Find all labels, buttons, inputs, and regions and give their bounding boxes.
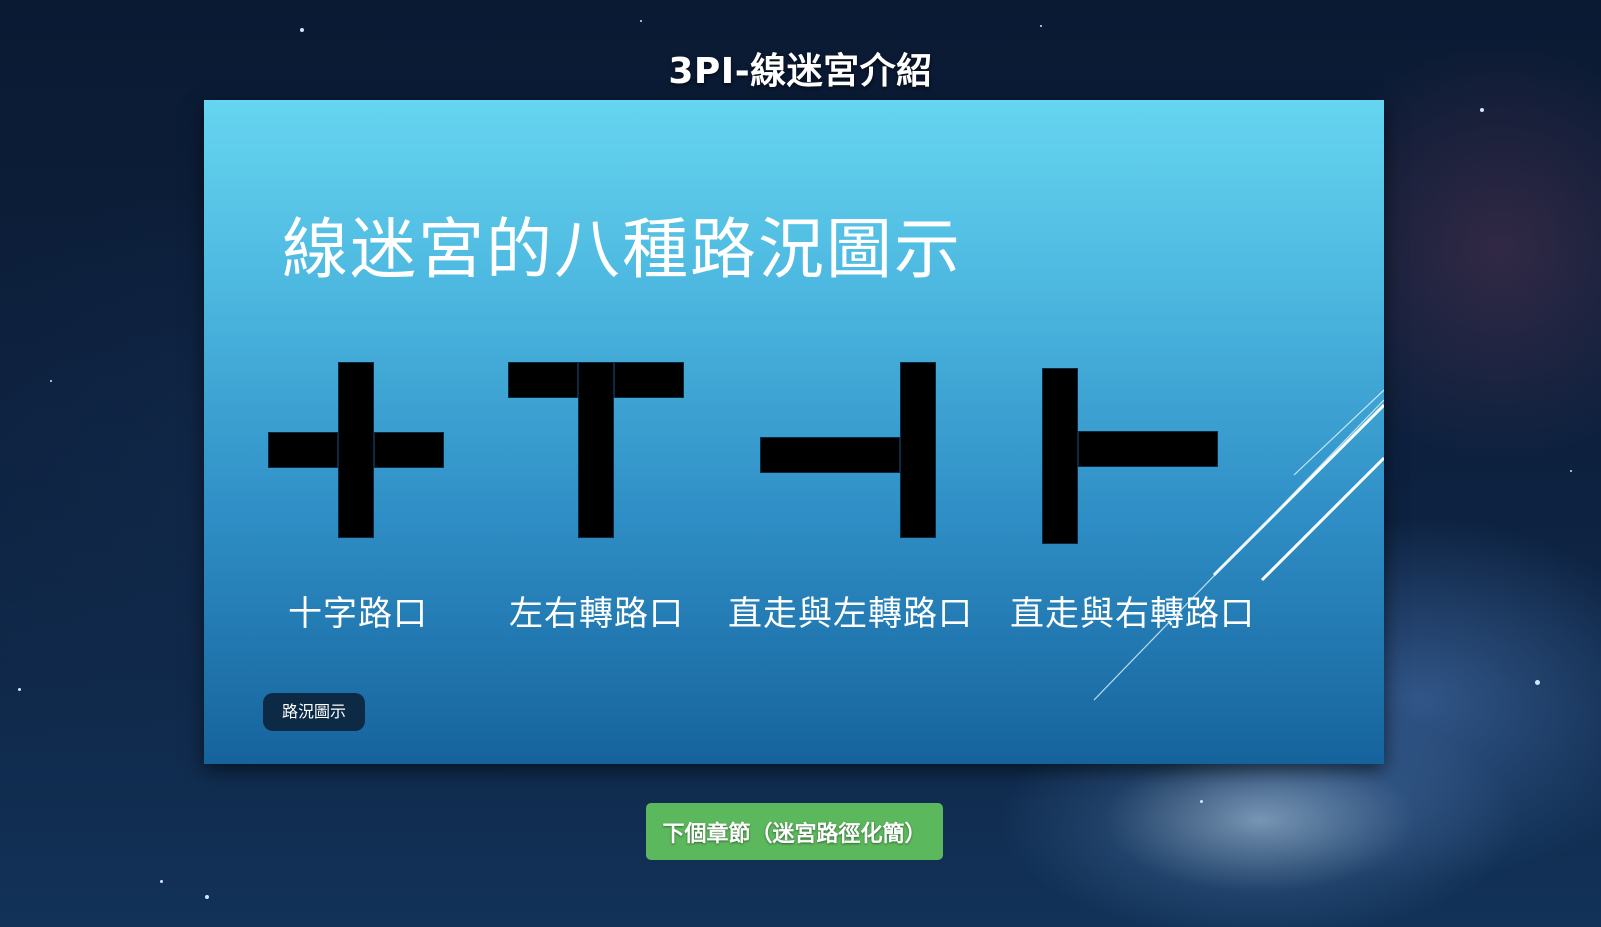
maze-slide: 線迷宮的八種路況圖示 十字路口 左右轉路口 直走與左轉路口 直走與右轉路口 路況… [204,100,1384,764]
cross-junction-icon [268,362,444,538]
junction-label-straight-left: 直走與左轉路口 [728,594,973,634]
page-title: 3PI-線迷宮介紹 [668,51,933,92]
t-junction-icon [508,362,684,538]
slide-tag-badge[interactable]: 路況圖示 [263,693,366,731]
straight-left-junction-icon [760,362,936,538]
slide-heading: 線迷宮的八種路況圖示 [282,211,962,288]
next-chapter-button[interactable]: 下個章節（迷宮路徑化簡） [646,803,943,860]
junction-label-straight-right: 直走與右轉路口 [1010,594,1255,634]
junction-label-cross: 十字路口 [288,594,428,634]
junction-label-t: 左右轉路口 [509,594,684,634]
straight-right-junction-icon [1042,368,1218,544]
